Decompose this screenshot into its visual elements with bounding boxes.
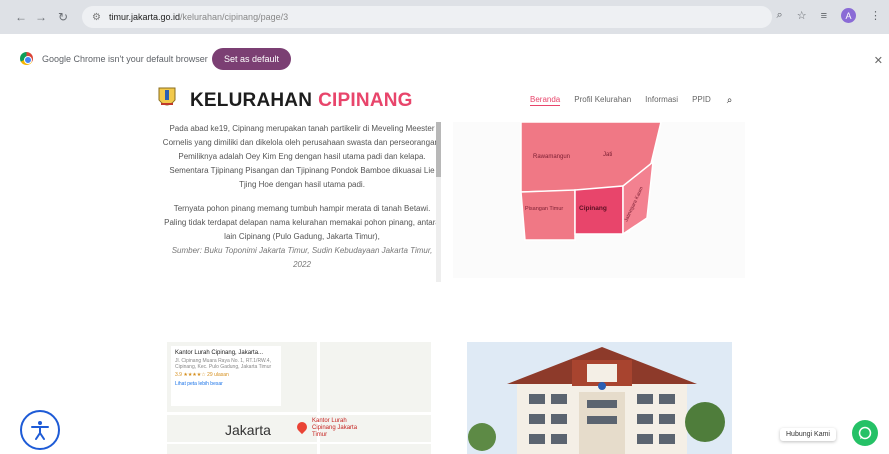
office-building-photo: [467, 342, 732, 454]
article-paragraph-2: Ternyata pohon pinang memang tumbuh hamp…: [164, 204, 440, 241]
back-icon[interactable]: ←: [12, 8, 30, 26]
nav-profil-kelurahan[interactable]: Profil Kelurahan: [574, 95, 631, 106]
address-bar[interactable]: ⚙ timur.jakarta.go.id /kelurahan/cipinan…: [82, 6, 772, 28]
whatsapp-icon: [858, 426, 872, 440]
reload-icon[interactable]: ↻: [54, 8, 72, 26]
chrome-logo-icon: [20, 52, 33, 65]
nav-beranda[interactable]: Beranda: [530, 95, 561, 106]
place-rating[interactable]: 3.9 ★★★★☆ 29 ulasan: [175, 372, 277, 378]
enlarge-map-link[interactable]: Lihat peta lebih besar: [175, 381, 277, 387]
map-pin-label[interactable]: Kantor Lurah Cipinang Jakarta Timur: [312, 418, 372, 439]
site-info-icon[interactable]: ⚙: [92, 12, 101, 23]
search-icon[interactable]: ⌕: [727, 95, 733, 106]
main-nav: Beranda Profil Kelurahan Informasi PPID …: [530, 95, 732, 106]
set-default-button[interactable]: Set as default: [212, 48, 292, 70]
jakarta-emblem-icon[interactable]: [157, 84, 177, 110]
google-map-embed[interactable]: Kantor Lurah Cipinang, Jakarta... Jl. Ci…: [167, 342, 431, 454]
chat-label[interactable]: Hubungi Kami: [780, 428, 836, 441]
chrome-menu-icon[interactable]: ⋮: [870, 9, 881, 22]
article-source: Sumber: Buku Toponimi Jakarta Timur, Sud…: [171, 246, 433, 269]
kelurahan-map: Rawamangun Jati Pisangan Timur Cipinang …: [453, 122, 745, 278]
accessibility-icon: [31, 421, 49, 440]
zoom-icon[interactable]: ⌕: [777, 9, 783, 22]
map-label-cipinang: Cipinang: [579, 205, 607, 212]
map-label-jati: Jati: [603, 152, 612, 158]
accessibility-button[interactable]: [20, 410, 60, 450]
map-label-pisangan-timur: Pisangan Timur: [525, 206, 563, 212]
history-article: Pada abad ke19, Cipinang merupakan tanah…: [162, 122, 442, 282]
place-address: Jl. Cipinang Muara Raya No. 1, RT.1/RW.4…: [175, 358, 272, 370]
scrollbar-thumb[interactable]: [436, 122, 441, 177]
url-host: timur.jakarta.go.id: [108, 12, 181, 22]
browser-toolbar: ← → ↻ ⚙ timur.jakarta.go.id /kelurahan/c…: [0, 0, 889, 34]
close-icon[interactable]: ✕: [874, 54, 883, 67]
map-city-label: Jakarta: [225, 422, 271, 438]
site-title-part-1: KELURAHAN: [190, 90, 313, 111]
map-road: [167, 412, 431, 415]
bookmark-star-icon[interactable]: ☆: [797, 9, 807, 22]
article-paragraph-1: Pada abad ke19, Cipinang merupakan tanah…: [162, 124, 442, 189]
article-scrollbar[interactable]: [436, 122, 441, 282]
nav-ppid[interactable]: PPID: [692, 95, 711, 106]
url-path: /kelurahan/cipinang/page/3: [180, 12, 289, 22]
map-region-pisangan-timur[interactable]: [520, 189, 576, 241]
forward-icon[interactable]: →: [32, 8, 50, 26]
map-label-rawamangun: Rawamangun: [533, 154, 570, 160]
nav-informasi[interactable]: Informasi: [645, 95, 678, 106]
extensions-icon[interactable]: ≡: [821, 10, 827, 22]
profile-avatar[interactable]: A: [841, 8, 856, 23]
place-title: Kantor Lurah Cipinang, Jakarta...: [175, 350, 264, 356]
site-title-part-2: CIPINANG: [318, 90, 413, 111]
map-pin-icon[interactable]: [294, 419, 310, 435]
place-card: Kantor Lurah Cipinang, Jakarta... Jl. Ci…: [171, 346, 281, 406]
default-browser-infobar: Google Chrome isn't your default browser…: [0, 34, 889, 90]
infobar-message: Google Chrome isn't your default browser: [42, 54, 208, 64]
site-header: KELURAHAN CIPINANG Beranda Profil Kelurah…: [0, 87, 889, 120]
site-title[interactable]: KELURAHAN CIPINANG: [190, 90, 413, 112]
whatsapp-chat-button[interactable]: [852, 420, 878, 446]
map-road: [167, 442, 431, 444]
